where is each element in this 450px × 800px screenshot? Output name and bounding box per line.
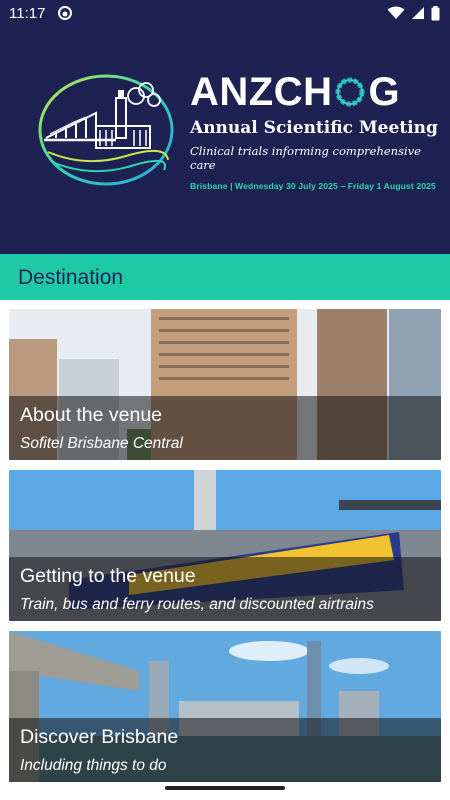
wifi-icon xyxy=(387,6,405,19)
card-caption: Discover Brisbane Including things to do xyxy=(9,718,441,782)
chain-o-icon xyxy=(335,77,365,107)
brand-dates: Brisbane | Wednesday 30 July 2025 – Frid… xyxy=(190,181,436,191)
brand-title-part2: G xyxy=(368,70,401,114)
card-getting-to-venue[interactable]: Getting to the venue Train, bus and ferr… xyxy=(9,470,441,621)
card-title: Getting to the venue xyxy=(20,565,196,587)
brand-tagline: Clinical trials informing comprehensive … xyxy=(190,144,421,172)
card-caption: Getting to the venue Train, bus and ferr… xyxy=(9,557,441,621)
battery-icon xyxy=(431,5,440,20)
brand-subtitle: Annual Scientific Meeting xyxy=(190,118,438,138)
card-about-venue[interactable]: About the venue Sofitel Brisbane Central xyxy=(9,309,441,460)
conference-logo-icon xyxy=(38,74,174,186)
section-title: Destination xyxy=(18,266,124,289)
card-discover-brisbane[interactable]: Discover Brisbane Including things to do xyxy=(9,631,441,782)
brand-title: ANZCH G xyxy=(190,70,450,114)
home-indicator[interactable] xyxy=(165,786,285,790)
hero-banner: ANZCH G Annual Scientific Meeting Clinic… xyxy=(0,26,450,254)
status-icons xyxy=(387,5,440,21)
app-notification-icon xyxy=(58,6,72,20)
signal-icon xyxy=(412,7,424,19)
card-caption: About the venue Sofitel Brisbane Central xyxy=(9,396,441,460)
card-title: Discover Brisbane xyxy=(20,726,179,748)
brand-title-part1: ANZCH xyxy=(190,70,333,114)
card-subtitle: Including things to do xyxy=(20,757,167,774)
status-bar: 11:17 xyxy=(0,0,450,26)
section-header: Destination xyxy=(0,254,450,300)
card-subtitle: Train, bus and ferry routes, and discoun… xyxy=(20,596,374,613)
brand-block: ANZCH G Annual Scientific Meeting Clinic… xyxy=(190,70,450,191)
card-subtitle: Sofitel Brisbane Central xyxy=(20,435,183,452)
status-time: 11:17 xyxy=(9,5,46,22)
card-title: About the venue xyxy=(20,404,163,426)
